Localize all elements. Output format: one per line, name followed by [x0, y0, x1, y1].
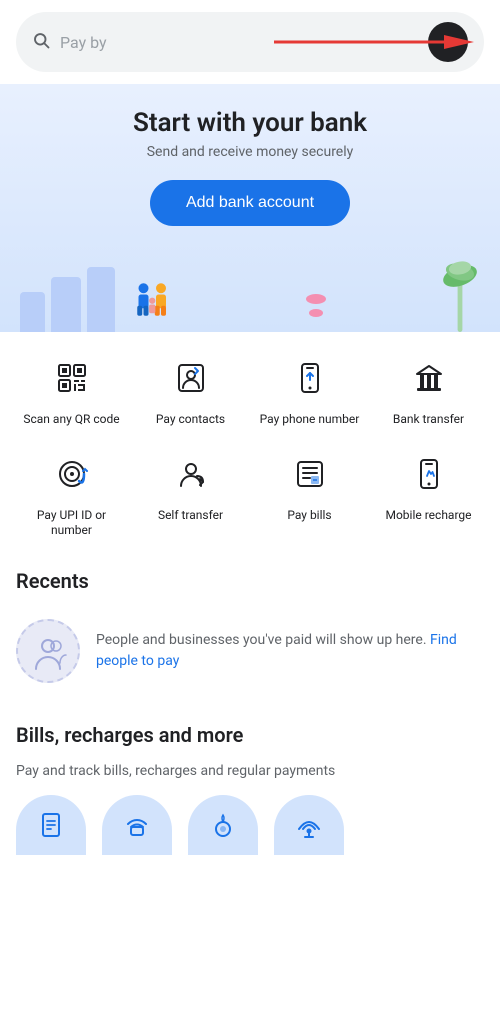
- decorative-blob-1: [306, 294, 326, 304]
- bill-gas[interactable]: [188, 795, 258, 855]
- pay-phone-icon: [284, 352, 336, 404]
- arrow-annotation: [274, 32, 474, 52]
- dth-icon: [274, 795, 344, 855]
- hero-banner: Start with your bank Send and receive mo…: [0, 84, 500, 332]
- bills-subtitle: Pay and track bills, recharges and regul…: [16, 763, 484, 779]
- bill-broadband[interactable]: [102, 795, 172, 855]
- bills-title: Bills, recharges and more: [16, 723, 484, 747]
- action-bank-transfer[interactable]: Bank transfer: [373, 352, 484, 428]
- palm-tree-illustration: [440, 252, 480, 332]
- action-scan-qr[interactable]: Scan any QR code: [16, 352, 127, 428]
- add-bank-button[interactable]: Add bank account: [150, 180, 350, 226]
- bills-section: Bills, recharges and more Pay and track …: [0, 703, 500, 865]
- building-1: [20, 292, 45, 332]
- action-pay-upi[interactable]: Pay UPI ID or number: [16, 448, 127, 539]
- people-illustration: [131, 272, 181, 332]
- pay-contacts-label: Pay contacts: [156, 412, 225, 428]
- pay-contacts-icon: [165, 352, 217, 404]
- action-pay-bills[interactable]: Pay bills: [254, 448, 365, 539]
- search-icon: [32, 31, 50, 54]
- decorative-blob-2: [309, 309, 323, 317]
- pay-bills-icon: [284, 448, 336, 500]
- building-3: [87, 267, 115, 332]
- hero-title: Start with your bank: [20, 108, 480, 138]
- scan-qr-label: Scan any QR code: [23, 412, 119, 428]
- action-pay-phone[interactable]: Pay phone number: [254, 352, 365, 428]
- mobile-recharge-icon: [403, 448, 455, 500]
- scan-qr-icon: [46, 352, 98, 404]
- action-pay-contacts[interactable]: Pay contacts: [135, 352, 246, 428]
- self-transfer-label: Self transfer: [158, 508, 223, 524]
- mobile-recharge-label: Mobile recharge: [385, 508, 471, 524]
- pay-upi-icon: [46, 448, 98, 500]
- actions-grid: Scan any QR code Pay contacts: [16, 352, 484, 539]
- quick-actions-section: Scan any QR code Pay contacts: [0, 332, 500, 549]
- hero-subtitle: Send and receive money securely: [20, 144, 480, 160]
- hero-illustration: [20, 252, 480, 332]
- city-illustration: [20, 267, 191, 332]
- bank-transfer-icon: [403, 352, 455, 404]
- bill-dth[interactable]: [274, 795, 344, 855]
- search-bar-container: Pay by: [0, 0, 500, 84]
- bill-electricity[interactable]: [16, 795, 86, 855]
- action-self-transfer[interactable]: Self transfer: [135, 448, 246, 539]
- pay-upi-label: Pay UPI ID or number: [16, 508, 127, 539]
- recents-title: Recents: [16, 569, 484, 593]
- gas-icon: [188, 795, 258, 855]
- electricity-icon: [16, 795, 86, 855]
- bills-icons-row: [16, 795, 484, 855]
- bank-transfer-label: Bank transfer: [393, 412, 464, 428]
- self-transfer-icon: [165, 448, 217, 500]
- broadband-icon: [102, 795, 172, 855]
- action-mobile-recharge[interactable]: Mobile recharge: [373, 448, 484, 539]
- building-2: [51, 277, 81, 332]
- search-bar[interactable]: Pay by: [16, 12, 484, 72]
- recents-section: Recents People and businesses you've pai…: [0, 549, 500, 703]
- recents-placeholder: People and businesses you've paid will s…: [16, 609, 484, 693]
- pay-phone-label: Pay phone number: [260, 412, 360, 428]
- recents-avatar: [16, 619, 80, 683]
- recents-placeholder-text: People and businesses you've paid will s…: [96, 630, 484, 672]
- pay-bills-label: Pay bills: [287, 508, 331, 524]
